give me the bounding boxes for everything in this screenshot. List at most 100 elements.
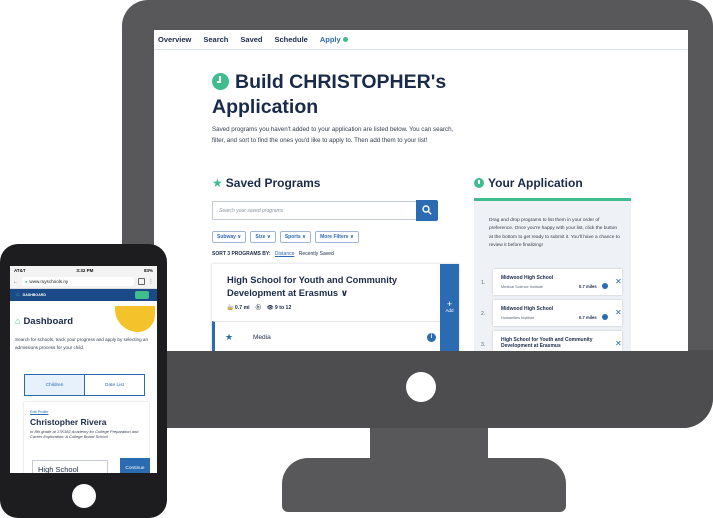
carrier-label: AT&T <box>14 268 26 273</box>
browser-url-bar: ← ● www.myschools.ny ⋮ <box>10 275 157 289</box>
application-item-name: Midwood High School <box>501 306 554 312</box>
filter-size[interactable]: Size ∨ <box>250 231 276 243</box>
device-mockup: Overview Search Saved Schedule Apply Bui… <box>0 0 713 518</box>
star-icon: ★ <box>212 176 223 190</box>
your-application-title: Your Application <box>488 176 583 190</box>
tab-date-list[interactable]: Date List <box>85 375 144 395</box>
nav-saved[interactable]: Saved <box>240 35 262 44</box>
add-label: Add <box>445 308 454 313</box>
program-distance-value: 0.7 mi <box>234 304 250 311</box>
saved-programs-heading: ★ Saved Programs <box>212 176 320 190</box>
dashboard-description: Search for schools, track your progress … <box>15 337 149 350</box>
search-input[interactable]: Search your saved programs <box>212 201 416 220</box>
back-arrow-icon[interactable]: ← <box>13 279 18 285</box>
program-info-icon: ⓑ <box>255 305 261 311</box>
media-label: Media <box>253 334 271 341</box>
child-grade: In 8th grade at 17K382 Academy for Colle… <box>30 429 139 440</box>
nav-apply-label: Apply <box>319 35 341 44</box>
media-star-icon: ★ <box>225 332 234 342</box>
decorative-blob <box>115 306 155 332</box>
application-item-number: 1. <box>481 280 486 286</box>
dashboard-home-icon: ⌂ <box>15 316 21 326</box>
monitor-power-button <box>406 372 436 402</box>
program-distance: 🚋 0.7 mi <box>227 305 250 311</box>
add-program-button[interactable]: + Add <box>440 264 459 351</box>
child-name: Christopher Rivera <box>30 417 107 427</box>
program-name[interactable]: High School for Youth and Community Deve… <box>227 274 427 300</box>
saved-programs-title: Saved Programs <box>225 176 321 190</box>
application-item-distance: 0.7 miles <box>579 284 597 289</box>
phone-app-header: ⌂ DASHBOARD <box>10 289 157 301</box>
application-item-sub: Humanities Institute <box>501 316 535 320</box>
sort-recent-link[interactable]: Recently Saved <box>299 251 334 257</box>
desktop-screen: Overview Search Saved Schedule Apply Bui… <box>154 30 688 351</box>
nav-schedule[interactable]: Schedule <box>275 35 308 44</box>
child-card: Edit Profile Christopher Rivera In 8th g… <box>24 402 150 473</box>
grades-icon: 👁 <box>266 304 274 311</box>
monitor-stand-base <box>282 458 566 512</box>
application-item-card[interactable]: Midwood High School Medical Science Inst… <box>493 269 622 295</box>
application-item-number: 2. <box>481 311 486 317</box>
search-icon <box>422 205 432 215</box>
phone-device: AT&T 3:32 PM 83% ← ● www.myschools.ny ⋮ ⌂… <box>0 244 167 518</box>
time-label: 3:32 PM <box>76 268 94 273</box>
logo-icon <box>135 291 149 299</box>
application-item-name: High School for Youth and Community Deve… <box>501 337 593 349</box>
phone-home-button <box>72 484 96 508</box>
program-grades-value: 9 to 12 <box>274 304 292 311</box>
info-icon[interactable] <box>602 283 608 289</box>
nav-overview[interactable]: Overview <box>158 35 191 44</box>
filter-more[interactable]: More Filters ∨ <box>315 231 359 243</box>
tabs-icon[interactable] <box>138 278 145 285</box>
filter-sports[interactable]: Sports ∨ <box>279 231 312 243</box>
remove-icon[interactable]: ✕ <box>615 339 622 348</box>
dashboard-title: ⌂ Dashboard <box>15 316 73 327</box>
info-icon[interactable] <box>602 314 608 320</box>
program-grades: 👁 9 to 12 <box>267 305 291 311</box>
dashboard-tabs: Children Date List <box>24 374 145 396</box>
sort-row: SORT 3 PROGRAMS BY: Distance Recently Sa… <box>212 251 334 257</box>
application-item-number: 3. <box>481 342 486 348</box>
clock-icon <box>212 73 229 90</box>
application-item-distance: 0.7 miles <box>579 315 597 320</box>
your-application-heading: Your Application <box>474 176 583 190</box>
application-item-card[interactable]: Midwood High School Humanities Institute… <box>493 300 622 326</box>
application-item-sub: Medical Science Institute <box>501 285 543 289</box>
remove-icon[interactable]: ✕ <box>615 308 622 317</box>
remove-icon[interactable]: ✕ <box>615 277 622 286</box>
phone-screen: AT&T 3:32 PM 83% ← ● www.myschools.ny ⋮ ⌂… <box>10 266 157 473</box>
menu-dots-icon[interactable]: ⋮ <box>148 278 154 285</box>
application-clock-icon <box>474 178 484 188</box>
program-meta: 🚋 0.7 mi ⓑ 👁 9 to 12 <box>227 304 297 312</box>
tab-children[interactable]: Children <box>25 375 85 395</box>
media-row[interactable]: ★ Media i <box>212 321 440 351</box>
sort-label: SORT 3 PROGRAMS BY: <box>212 251 271 257</box>
filter-subway[interactable]: Subway ∨ <box>212 231 247 243</box>
home-icon[interactable]: ⌂ <box>16 292 20 298</box>
search-button[interactable] <box>416 200 438 221</box>
program-card[interactable]: High School for Youth and Community Deve… <box>212 264 459 351</box>
filter-row: Subway ∨ Size ∨ Sports ∨ More Filters ∨ <box>212 231 363 243</box>
sort-distance-link[interactable]: Distance <box>275 251 294 257</box>
top-nav: Overview Search Saved Schedule Apply <box>154 30 688 50</box>
application-item-card[interactable]: High School for Youth and Community Deve… <box>493 331 622 351</box>
phone-status-bar: AT&T 3:32 PM 83% <box>10 266 157 275</box>
url-field[interactable]: ● www.myschools.ny <box>22 277 134 286</box>
continue-button[interactable]: Continue <box>120 458 150 473</box>
application-item-name: Midwood High School <box>501 275 554 281</box>
edit-profile-link[interactable]: Edit Profile <box>30 410 48 414</box>
lock-icon: ● <box>25 279 28 284</box>
application-panel: Drag and drop programs to list them in y… <box>474 198 631 351</box>
plus-icon: + <box>446 299 453 309</box>
dashboard-title-text: Dashboard <box>23 316 74 327</box>
url-text: www.myschools.ny <box>29 279 69 284</box>
nav-search[interactable]: Search <box>203 35 228 44</box>
header-label: DASHBOARD <box>22 293 46 297</box>
battery-label: 83% <box>143 268 153 273</box>
media-info-icon[interactable]: i <box>427 333 436 342</box>
school-level: High School <box>32 460 108 473</box>
page-title-text: Build CHRISTOPHER's Application <box>212 71 447 118</box>
train-icon: 🚋 <box>227 304 234 311</box>
application-description: Drag and drop programs to list them in y… <box>489 218 620 248</box>
nav-apply[interactable]: Apply <box>320 35 348 44</box>
